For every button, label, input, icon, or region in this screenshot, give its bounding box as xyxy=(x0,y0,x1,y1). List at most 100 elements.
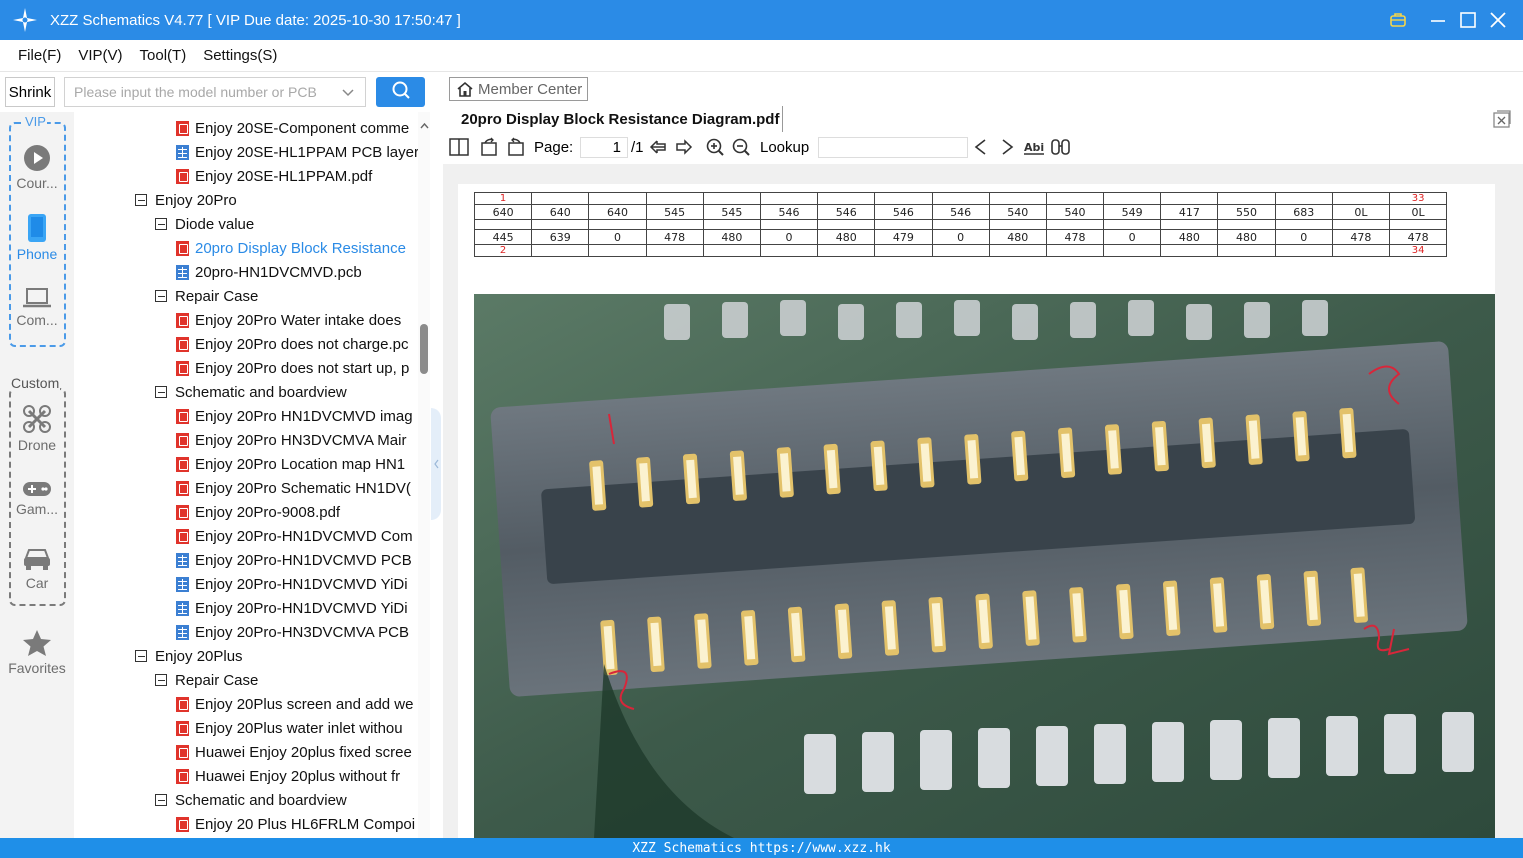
tree-file[interactable]: Enjoy 20Pro-HN3DVCMVA PCB xyxy=(176,620,409,644)
table-cell xyxy=(702,244,761,257)
tree-scroll-thumb[interactable] xyxy=(420,324,428,374)
minimize-icon[interactable] xyxy=(1426,8,1450,32)
menu-settings[interactable]: Settings(S) xyxy=(203,47,277,64)
close-tab-icon[interactable] xyxy=(1493,110,1511,133)
pdf-file-icon xyxy=(176,816,189,832)
tree-file[interactable]: Enjoy 20Pro Location map HN1 xyxy=(176,452,405,476)
match-case-icon[interactable]: Abi xyxy=(1023,137,1045,162)
document-tab[interactable]: 20pro Display Block Resistance Diagram.p… xyxy=(449,106,783,132)
tree-item-label: Repair Case xyxy=(175,671,259,689)
collapse-icon[interactable] xyxy=(135,194,147,206)
chevron-down-icon[interactable] xyxy=(341,85,355,102)
zoom-out-icon[interactable] xyxy=(731,137,751,162)
table-cell: 34 xyxy=(1388,244,1448,257)
page-total: /1 xyxy=(631,139,644,156)
svg-text:Abi: Abi xyxy=(1024,141,1044,154)
menu-tool[interactable]: Tool(T) xyxy=(140,47,187,64)
page-number-input[interactable]: 1 xyxy=(580,137,628,158)
sidebar-item-car[interactable]: Car xyxy=(0,546,74,591)
tree-file[interactable]: Enjoy 20Plus water inlet withou xyxy=(176,716,403,740)
find-previous-icon[interactable] xyxy=(972,137,990,162)
tree-file[interactable]: Enjoy 20Pro does not charge.pc xyxy=(176,332,408,356)
toggle-sidebar-icon[interactable] xyxy=(449,137,469,162)
search-button[interactable] xyxy=(376,77,425,107)
tree-folder[interactable]: Schematic and boardview xyxy=(155,788,347,812)
table-cell: 478 xyxy=(1388,229,1448,245)
menu-vip[interactable]: VIP(V) xyxy=(78,47,122,64)
sidebar-item-phone[interactable]: Phone xyxy=(0,213,74,262)
tree-folder[interactable]: Schematic and boardview xyxy=(155,380,347,404)
lookup-input[interactable] xyxy=(818,137,968,158)
table-cell xyxy=(1160,192,1219,205)
zoom-in-icon[interactable] xyxy=(705,137,725,162)
tree-file[interactable]: Enjoy 20 Plus HL6FRLM Compoi xyxy=(176,812,415,836)
maximize-icon[interactable] xyxy=(1456,8,1480,32)
tree-folder[interactable]: Repair Case xyxy=(155,668,258,692)
scroll-up-icon[interactable] xyxy=(420,116,429,134)
tree-folder[interactable]: Diode value xyxy=(155,212,254,236)
tree-file[interactable]: Enjoy 20Pro-HN1DVCMVD Com xyxy=(176,524,413,548)
panel-splitter-handle[interactable] xyxy=(431,408,441,520)
table-cell xyxy=(531,219,590,230)
tree-file[interactable]: Enjoy 20SE-Component comme xyxy=(176,116,409,140)
tree-file[interactable]: Enjoy 20Pro does not start up, p xyxy=(176,356,409,380)
search-input[interactable]: Please input the model number or PCB xyxy=(64,77,366,107)
tree-file[interactable]: Enjoy 20SE-HL1PPAM.pdf xyxy=(176,164,372,188)
binoculars-icon[interactable] xyxy=(1050,137,1072,162)
collapse-icon[interactable] xyxy=(155,290,167,302)
tree-item-label: Enjoy 20Pro does not charge.pc xyxy=(195,335,409,353)
table-cell xyxy=(931,244,990,257)
tree-folder[interactable]: Enjoy 20Plus xyxy=(135,644,243,668)
rotate-left-icon[interactable] xyxy=(479,137,499,162)
collapse-icon[interactable] xyxy=(155,794,167,806)
sidebar-item-game[interactable]: Gam... xyxy=(0,480,74,517)
tree-file[interactable]: Enjoy 20Pro-HN1DVCMVD PCB xyxy=(176,548,412,572)
table-cell xyxy=(931,219,990,230)
shrink-button[interactable]: Shrink xyxy=(5,77,55,107)
rotate-right-icon[interactable] xyxy=(506,137,526,162)
table-cell: 546 xyxy=(759,204,819,220)
sidebar-item-favorites[interactable]: Favorites xyxy=(0,629,74,676)
tree-file[interactable]: 20pro Display Block Resistance xyxy=(176,236,406,260)
tree-file[interactable]: Enjoy 20Pro-9008.pdf xyxy=(176,500,340,524)
collapse-icon[interactable] xyxy=(155,386,167,398)
sidebar-item-courses[interactable]: Cour... xyxy=(0,144,74,191)
sidebar-item-drone[interactable]: Drone xyxy=(0,404,74,453)
status-bar: XZZ Schematics https://www.xzz.hk xyxy=(0,838,1523,858)
close-icon[interactable] xyxy=(1486,8,1510,32)
tree-file[interactable]: Enjoy 20SE-HL1PPAM PCB layer xyxy=(176,140,418,164)
sidebar-item-computer[interactable]: Com... xyxy=(0,287,74,328)
menu-file[interactable]: File(F) xyxy=(18,47,61,64)
tree-file[interactable]: 20pro-HN1DVCMVD.pcb xyxy=(176,260,362,284)
sidebar-item-label: Cour... xyxy=(16,175,58,191)
tree-file[interactable]: Enjoy 20Pro HN1DVCMVD imag xyxy=(176,404,413,428)
pdf-file-icon xyxy=(176,720,189,736)
pdf-viewer[interactable]: 1 33 640 640 640 545 545 546 546 546 546 540 540 549 4… xyxy=(443,164,1523,838)
tree-file[interactable]: Huawei Enjoy 20plus fixed scree xyxy=(176,740,412,764)
collapse-icon[interactable] xyxy=(155,218,167,230)
member-center-button[interactable]: Member Center xyxy=(449,77,588,101)
collapse-icon[interactable] xyxy=(155,674,167,686)
tree-file[interactable]: Enjoy 20Pro-HN1DVCMVD YiDi xyxy=(176,596,408,620)
find-next-icon[interactable] xyxy=(998,137,1016,162)
table-cell xyxy=(1274,219,1333,230)
pdf-page: 1 33 640 640 640 545 545 546 546 546 546 540 540 549 4… xyxy=(458,184,1495,838)
previous-page-icon[interactable] xyxy=(648,137,668,162)
tree-file[interactable]: Enjoy 20Plus screen and add we xyxy=(176,692,413,716)
collapse-icon[interactable] xyxy=(135,650,147,662)
table-cell: 0 xyxy=(588,229,647,245)
tree-file[interactable]: Huawei Enjoy 20plus without fr xyxy=(176,764,400,788)
tree-scrollbar[interactable] xyxy=(418,112,430,838)
table-cell: 480 xyxy=(1217,229,1276,245)
tree-folder[interactable]: Repair Case xyxy=(155,284,258,308)
pdf-file-icon xyxy=(176,120,189,136)
tree-file[interactable]: Enjoy 20Pro HN3DVCMVA Mair xyxy=(176,428,406,452)
next-page-icon[interactable] xyxy=(674,137,694,162)
vip-crown-icon[interactable] xyxy=(1386,8,1410,32)
table-cell: 0 xyxy=(759,229,819,245)
tree-file[interactable]: Enjoy 20Pro Water intake does xyxy=(176,308,401,332)
tree-file[interactable]: Enjoy 20Pro-HN1DVCMVD YiDi xyxy=(176,572,408,596)
tree-file[interactable]: Enjoy 20Pro Schematic HN1DV( xyxy=(176,476,411,500)
tree-folder[interactable]: Enjoy 20Pro xyxy=(135,188,237,212)
table-cell xyxy=(702,192,761,205)
